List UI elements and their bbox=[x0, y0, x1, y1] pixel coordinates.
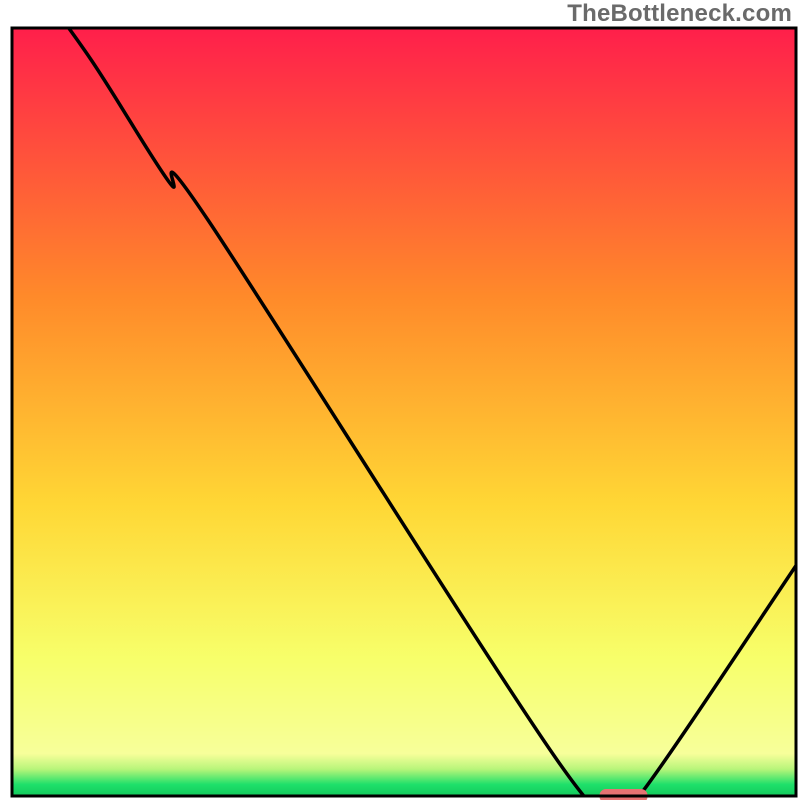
gradient-background bbox=[12, 28, 796, 796]
bottleneck-chart: TheBottleneck.com bbox=[0, 0, 800, 800]
plot-svg bbox=[0, 0, 800, 800]
